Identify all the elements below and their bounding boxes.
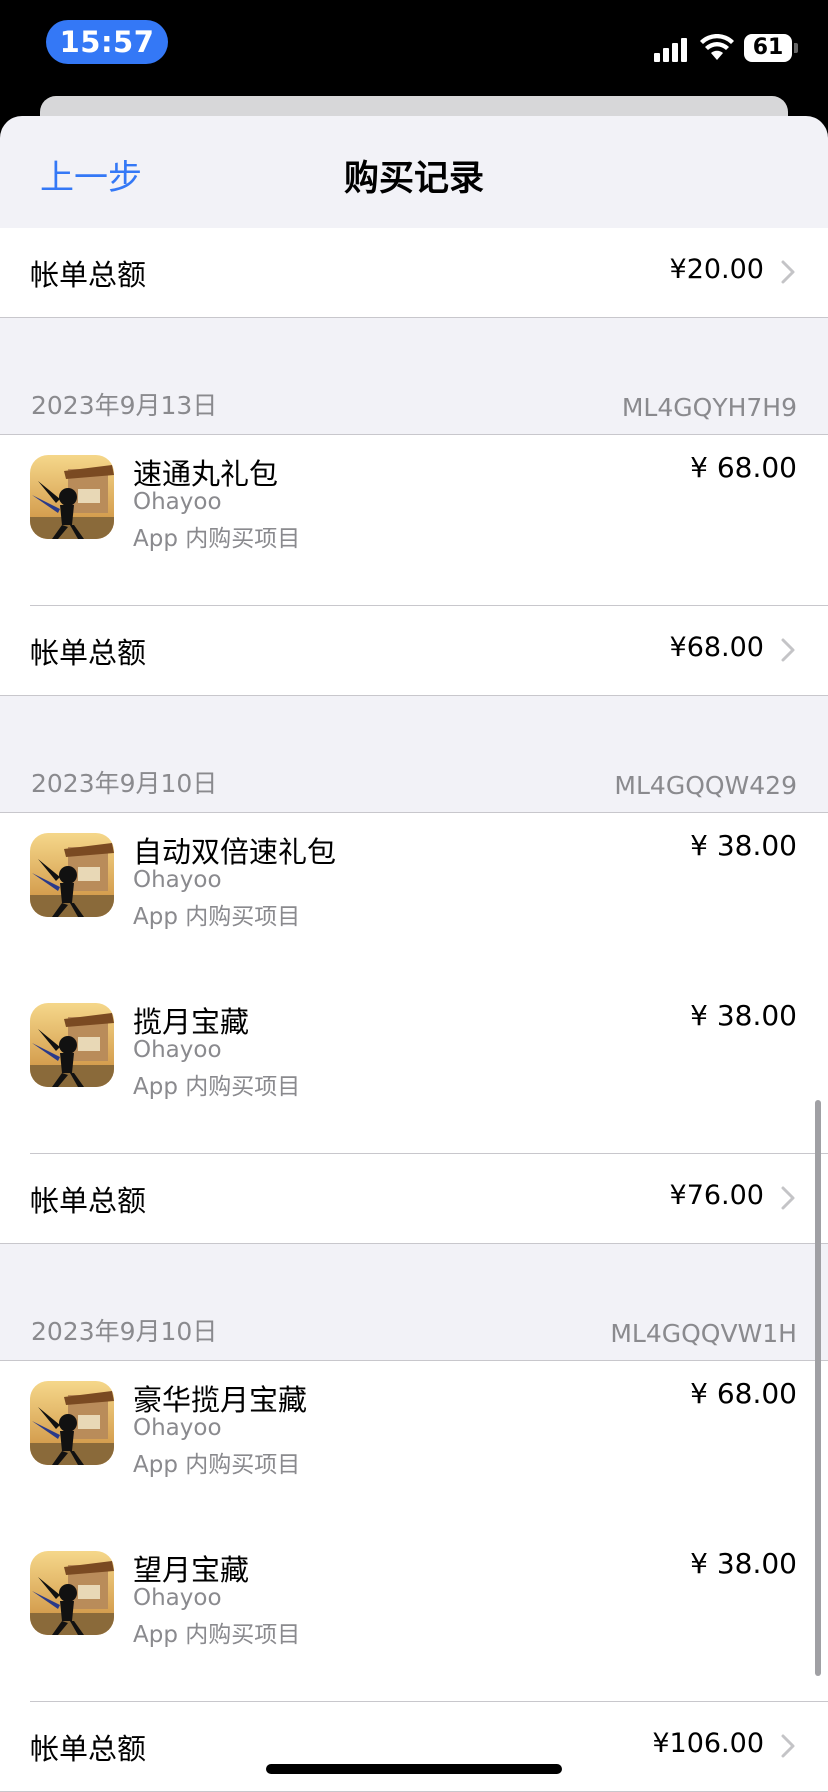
item-developer: Ohayoo (133, 1415, 222, 1441)
purchase-section: 速通丸礼包 Ohayoo App 内购买项目 ¥ 68.00 帐单总额 ¥68.00 (0, 434, 828, 696)
chevron-right-icon (781, 638, 795, 662)
purchase-item-row[interactable]: 豪华揽月宝藏 Ohayoo App 内购买项目 ¥ 68.00 (0, 1361, 828, 1531)
item-name: 望月宝藏 (133, 1553, 250, 1587)
item-developer: Ohayoo (133, 489, 222, 515)
purchase-item-row[interactable]: 自动双倍速礼包 Ohayoo App 内购买项目 ¥ 38.00 (0, 813, 828, 983)
chevron-right-icon (781, 1186, 795, 1210)
item-type: App 内购买项目 (133, 1074, 301, 1100)
purchase-list: 帐单总额 ¥20.00 2023年9月13日 ML4GQYH7H9 速通丸礼包 Oha… (0, 228, 828, 1792)
app-icon (30, 1381, 114, 1465)
chevron-right-icon (781, 1734, 795, 1758)
item-developer: Ohayoo (133, 867, 222, 893)
page-title: 购买记录 (343, 159, 484, 199)
bill-total-amount: ¥76.00 (669, 1180, 764, 1211)
item-price: ¥ 38.00 (690, 999, 797, 1032)
item-name: 自动双倍速礼包 (133, 835, 337, 869)
item-type: App 内购买项目 (133, 526, 301, 552)
bill-total-amount: ¥20.00 (669, 254, 764, 285)
item-price: ¥ 38.00 (690, 1547, 797, 1580)
bill-total-label: 帐单总额 (30, 1732, 147, 1766)
bill-total-row[interactable]: 帐单总额 ¥76.00 (0, 1154, 828, 1243)
item-developer: Ohayoo (133, 1585, 222, 1611)
item-name: 揽月宝藏 (133, 1005, 250, 1039)
item-type: App 内购买项目 (133, 1622, 301, 1648)
bill-total-amount: ¥106.00 (652, 1728, 764, 1759)
item-price: ¥ 68.00 (690, 451, 797, 484)
item-type: App 内购买项目 (133, 1452, 301, 1478)
chevron-right-icon (781, 260, 795, 284)
bill-total-label: 帐单总额 (30, 636, 147, 670)
status-icons: 61 (654, 30, 798, 66)
purchase-date: 2023年9月10日 (31, 1317, 218, 1346)
cellular-signal-icon (654, 34, 690, 62)
order-id: ML4GQQVW1H (610, 1319, 797, 1348)
home-indicator[interactable] (266, 1764, 562, 1774)
purchase-date: 2023年9月10日 (31, 769, 218, 798)
app-icon (30, 1551, 114, 1635)
purchase-date: 2023年9月13日 (31, 391, 218, 420)
bill-total-label: 帐单总额 (30, 1184, 147, 1218)
purchase-history-sheet: 上一步 购买记录 帐单总额 ¥20.00 2023年9月13日 ML4GQYH7H… (0, 116, 828, 1792)
item-developer: Ohayoo (133, 1037, 222, 1063)
bill-total-row[interactable]: 帐单总额 ¥106.00 (0, 1702, 828, 1791)
app-icon (30, 833, 114, 917)
purchase-section: 帐单总额 ¥20.00 (0, 228, 828, 318)
section-header: 2023年9月10日 ML4GQQVW1H (0, 1244, 828, 1360)
item-price: ¥ 38.00 (690, 829, 797, 862)
item-type: App 内购买项目 (133, 904, 301, 930)
bill-total-row[interactable]: 帐单总额 ¥20.00 (0, 228, 828, 317)
bill-total-row[interactable]: 帐单总额 ¥68.00 (0, 606, 828, 695)
order-id: ML4GQQW429 (614, 771, 797, 800)
item-name: 豪华揽月宝藏 (133, 1383, 308, 1417)
section-header: 2023年9月10日 ML4GQQW429 (0, 696, 828, 812)
order-id: ML4GQYH7H9 (621, 393, 797, 422)
item-name: 速通丸礼包 (133, 457, 279, 491)
wifi-icon (700, 34, 734, 60)
battery-level: 61 (744, 34, 792, 62)
app-icon (30, 1003, 114, 1087)
scroll-indicator[interactable] (815, 1100, 821, 1676)
purchase-item-row[interactable]: 速通丸礼包 Ohayoo App 内购买项目 ¥ 68.00 (0, 435, 828, 605)
status-time[interactable]: 15:57 (46, 20, 168, 64)
purchase-item-row[interactable]: 揽月宝藏 Ohayoo App 内购买项目 ¥ 38.00 (0, 983, 828, 1153)
app-icon (30, 455, 114, 539)
battery-icon: 61 (744, 34, 798, 62)
bill-total-amount: ¥68.00 (669, 632, 764, 663)
bill-total-label: 帐单总额 (30, 258, 147, 292)
item-price: ¥ 68.00 (690, 1377, 797, 1410)
navigation-bar: 上一步 购买记录 (0, 116, 828, 228)
purchase-section: 自动双倍速礼包 Ohayoo App 内购买项目 ¥ 38.00 揽月宝藏 Ohayoo A… (0, 812, 828, 1244)
purchase-section: 豪华揽月宝藏 Ohayoo App 内购买项目 ¥ 68.00 望月宝藏 Ohayoo Ap… (0, 1360, 828, 1792)
status-bar: 15:57 61 (0, 0, 828, 96)
section-header: 2023年9月13日 ML4GQYH7H9 (0, 318, 828, 434)
purchase-item-row[interactable]: 望月宝藏 Ohayoo App 内购买项目 ¥ 38.00 (0, 1531, 828, 1701)
